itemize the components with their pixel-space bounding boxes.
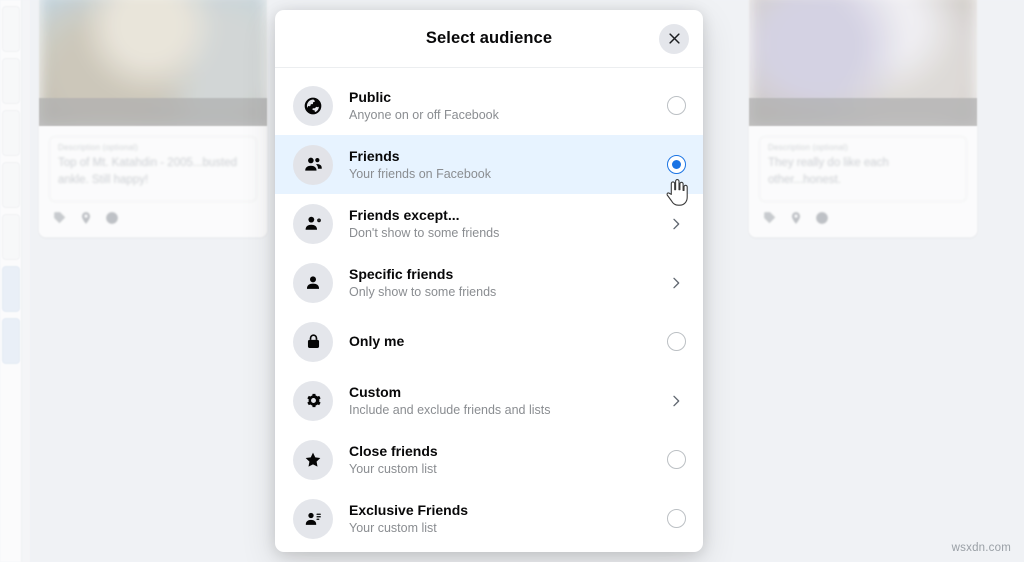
option-label: Custom [349,383,402,400]
audience-option-only-me[interactable]: Only me [275,312,703,371]
screen: Description (optional) Top of Mt. Katahd… [0,0,1024,562]
option-label: Friends except... [349,206,460,223]
audience-options-list: Public Anyone on or off Facebook Friends… [275,68,703,552]
option-text: Specific friends Only show to some frien… [349,265,663,301]
option-control[interactable] [663,393,689,409]
option-control[interactable] [663,509,689,528]
audience-option-close-friends[interactable]: Close friends Your custom list [275,430,703,489]
star-icon [303,450,323,470]
description-field[interactable]: Description (optional) Top of Mt. Katahd… [49,136,257,202]
radio-button[interactable] [666,96,686,115]
audience-option-public[interactable]: Public Anyone on or off Facebook [275,76,703,135]
option-control[interactable] [663,216,689,232]
option-icon-wrapper [293,85,333,126]
left-nav-rail-secondary [22,0,30,562]
option-label: Close friends [349,442,438,459]
chevron-right-icon[interactable] [668,216,684,232]
person-list-icon [303,509,323,529]
option-icon-wrapper [293,203,333,244]
option-label: Specific friends [349,265,454,282]
left-nav-rail [0,0,22,562]
option-label: Friends [349,147,400,164]
gear-icon [304,391,323,410]
option-text: Custom Include and exclude friends and l… [349,383,663,419]
description-label: Description (optional) [58,143,138,152]
location-pin-icon[interactable] [79,211,93,225]
option-text: Friends except... Don't show to some fri… [349,206,663,242]
option-label: Public [349,88,392,105]
option-control[interactable] [663,155,689,174]
radio-button-selected[interactable] [666,155,686,174]
photo-thumbnail [39,0,267,126]
option-text: Only me [349,332,663,351]
option-sublabel: Your custom list [349,520,437,535]
card-icon-row [49,202,257,229]
option-icon-wrapper [293,262,333,303]
dialog-title: Select audience [425,29,553,47]
option-control[interactable] [663,275,689,291]
person-minus-icon [303,213,324,234]
option-sublabel: Your friends on Facebook [349,166,491,181]
two-people-icon [303,154,324,175]
clock-icon[interactable] [105,211,119,225]
audience-option-exclusive-friends[interactable]: Exclusive Friends Your custom list [275,489,703,548]
radio-button[interactable] [666,450,686,469]
chevron-right-icon[interactable] [668,275,684,291]
option-control[interactable] [663,332,689,351]
photo-card: Description (optional) Top of Mt. Katahd… [38,0,268,238]
lock-icon [304,332,323,351]
close-button[interactable] [659,23,689,54]
photo-card: Description (optional) They really do li… [748,0,978,238]
chevron-right-icon[interactable] [668,393,684,409]
radio-button[interactable] [666,509,686,528]
audience-option-custom[interactable]: Custom Include and exclude friends and l… [275,371,703,430]
card-icon-row [759,202,967,229]
option-icon-wrapper [293,498,333,539]
option-sublabel: Anyone on or off Facebook [349,107,499,122]
audience-option-friends-except[interactable]: Friends except... Don't show to some fri… [275,194,703,253]
description-text: Top of Mt. Katahdin - 2005...busted ankl… [58,157,238,186]
dialog-header: Select audience [275,10,703,68]
option-sublabel: Don't show to some friends [349,225,500,240]
description-label: Description (optional) [768,143,848,152]
audience-option-specific-friends[interactable]: Specific friends Only show to some frien… [275,253,703,312]
watermark: wsxdn.com [951,542,1011,554]
option-text: Close friends Your custom list [349,442,663,478]
photo-thumbnail [749,0,977,126]
option-sublabel: Your custom list [349,461,437,476]
option-sublabel: Include and exclude friends and lists [349,402,551,417]
option-text: Public Anyone on or off Facebook [349,88,663,124]
description-field[interactable]: Description (optional) They really do li… [759,136,967,202]
option-icon-wrapper [293,380,333,421]
location-pin-icon[interactable] [789,211,803,225]
close-icon [667,31,682,46]
globe-icon [303,96,323,116]
select-audience-dialog: Select audience Public Anyone on or off … [275,10,703,552]
option-icon-wrapper [293,144,333,185]
option-control[interactable] [663,450,689,469]
tag-icon[interactable] [53,211,67,225]
option-sublabel: Only show to some friends [349,284,497,299]
person-icon [303,273,323,293]
option-text: Exclusive Friends Your custom list [349,501,663,537]
option-text: Friends Your friends on Facebook [349,147,663,183]
radio-button[interactable] [666,332,686,351]
option-icon-wrapper [293,439,333,480]
tag-icon[interactable] [763,211,777,225]
clock-icon[interactable] [815,211,829,225]
option-control[interactable] [663,96,689,115]
audience-option-friends[interactable]: Friends Your friends on Facebook [275,135,703,194]
option-label: Only me [349,333,405,349]
description-text: They really do like each other...honest. [768,157,889,186]
option-icon-wrapper [293,321,333,362]
option-label: Exclusive Friends [349,501,469,518]
